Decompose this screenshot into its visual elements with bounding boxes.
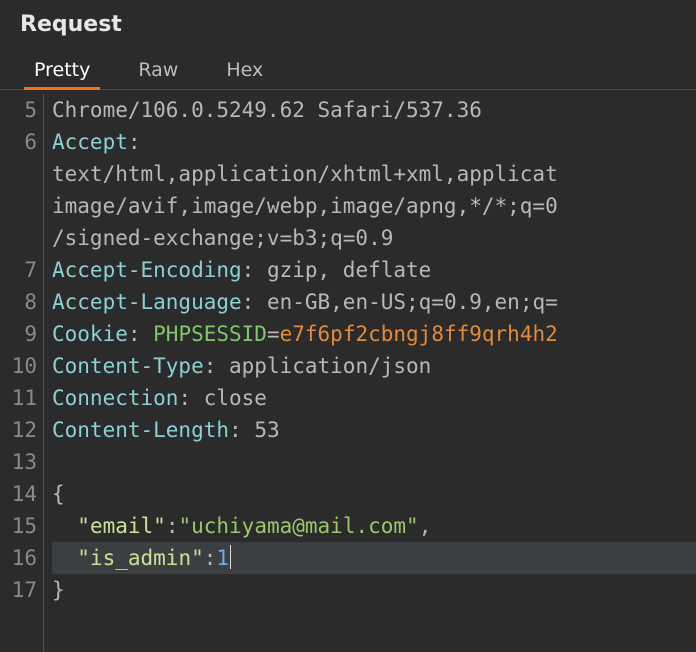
code-content[interactable]: Chrome/106.0.5249.62 Safari/537.36 Accept… — [44, 94, 696, 652]
line-number — [0, 158, 37, 190]
token-header: Content-Length — [52, 418, 229, 442]
code-line[interactable]: { — [52, 478, 696, 510]
token-plain: close — [204, 386, 267, 410]
line-number: 13 — [0, 446, 37, 478]
line-number: 10 — [0, 350, 37, 382]
token-plain: Chrome/106.0.5249.62 Safari/537.36 — [52, 98, 482, 122]
line-number: 6 — [0, 126, 37, 158]
tab-raw[interactable]: Raw — [132, 53, 184, 89]
line-number-gutter: 56 7891011121314151617 — [0, 94, 44, 652]
view-tabs: Pretty Raw Hex — [0, 53, 696, 90]
token-plain: gzip, deflate — [267, 258, 431, 282]
token-header: Content-Type — [52, 354, 204, 378]
code-line[interactable]: Accept-Encoding: gzip, deflate — [52, 254, 696, 286]
line-number: 14 — [0, 478, 37, 510]
token-plain: /signed-exchange;v=b3;q=0.9 — [52, 226, 393, 250]
token-plain: en-GB,en-US;q=0.9,en;q= — [267, 290, 558, 314]
code-editor[interactable]: 56 7891011121314151617 Chrome/106.0.5249.… — [0, 90, 696, 652]
code-line[interactable]: Accept: — [52, 126, 696, 158]
line-number: 9 — [0, 318, 37, 350]
line-number: 8 — [0, 286, 37, 318]
code-line[interactable]: } — [52, 574, 696, 606]
code-line[interactable]: text/html,application/xhtml+xml,applicat — [52, 158, 696, 190]
token-punc: : — [128, 130, 141, 154]
token-plain: 53 — [254, 418, 279, 442]
line-number: 5 — [0, 94, 37, 126]
token-punc: : — [178, 386, 203, 410]
token-punc: : — [204, 354, 229, 378]
token-punc: = — [267, 322, 280, 346]
token-punc: : — [204, 546, 217, 570]
token-punc: : — [242, 258, 267, 282]
line-number: 7 — [0, 254, 37, 286]
request-panel: Request Pretty Raw Hex 56789101112131415… — [0, 0, 696, 652]
token-plain — [52, 546, 77, 570]
token-punc: { — [52, 482, 65, 506]
text-cursor — [230, 545, 231, 569]
token-punc: : — [166, 514, 179, 538]
code-line[interactable]: Accept-Language: en-GB,en-US;q=0.9,en;q= — [52, 286, 696, 318]
token-punc: : — [242, 290, 267, 314]
code-line[interactable]: /signed-exchange;v=b3;q=0.9 — [52, 222, 696, 254]
token-cookie-name: PHPSESSID — [153, 322, 267, 346]
token-header: Accept — [52, 130, 128, 154]
code-line[interactable] — [52, 446, 696, 478]
token-plain: text/html,application/xhtml+xml,applicat — [52, 162, 558, 186]
token-plain: application/json — [229, 354, 431, 378]
code-line[interactable]: "is_admin":1 — [52, 542, 696, 574]
line-number — [0, 222, 37, 254]
token-punc: : — [128, 322, 153, 346]
token-plain — [52, 514, 77, 538]
line-number: 11 — [0, 382, 37, 414]
code-line[interactable]: image/avif,image/webp,image/apng,*/*;q=0 — [52, 190, 696, 222]
token-plain: image/avif,image/webp,image/apng,*/*;q=0 — [52, 194, 558, 218]
token-header: Connection — [52, 386, 178, 410]
line-number: 15 — [0, 510, 37, 542]
code-line[interactable]: Content-Type: application/json — [52, 350, 696, 382]
tab-hex[interactable]: Hex — [220, 53, 269, 89]
token-key: "is_admin" — [77, 546, 203, 570]
panel-title: Request — [0, 0, 696, 53]
token-key: "email" — [77, 514, 166, 538]
code-line[interactable]: Cookie: PHPSESSID=e7f6pf2cbngj8ff9qrh4h2 — [52, 318, 696, 350]
line-number: 12 — [0, 414, 37, 446]
token-header: Cookie — [52, 322, 128, 346]
token-header: Accept-Language — [52, 290, 242, 314]
code-line[interactable]: Connection: close — [52, 382, 696, 414]
token-punc: : — [229, 418, 254, 442]
token-punc: } — [52, 578, 65, 602]
code-line[interactable]: Chrome/106.0.5249.62 Safari/537.36 — [52, 94, 696, 126]
token-str: "uchiyama@mail.com" — [178, 514, 418, 538]
line-number: 16 — [0, 542, 37, 574]
code-line[interactable]: Content-Length: 53 — [52, 414, 696, 446]
line-number — [0, 190, 37, 222]
tab-pretty[interactable]: Pretty — [28, 53, 96, 89]
token-cookie-val: e7f6pf2cbngj8ff9qrh4h2 — [280, 322, 558, 346]
token-punc: , — [419, 514, 432, 538]
token-num: 1 — [216, 546, 229, 570]
token-header: Accept-Encoding — [52, 258, 242, 282]
line-number: 17 — [0, 574, 37, 606]
code-line[interactable]: "email":"uchiyama@mail.com", — [52, 510, 696, 542]
